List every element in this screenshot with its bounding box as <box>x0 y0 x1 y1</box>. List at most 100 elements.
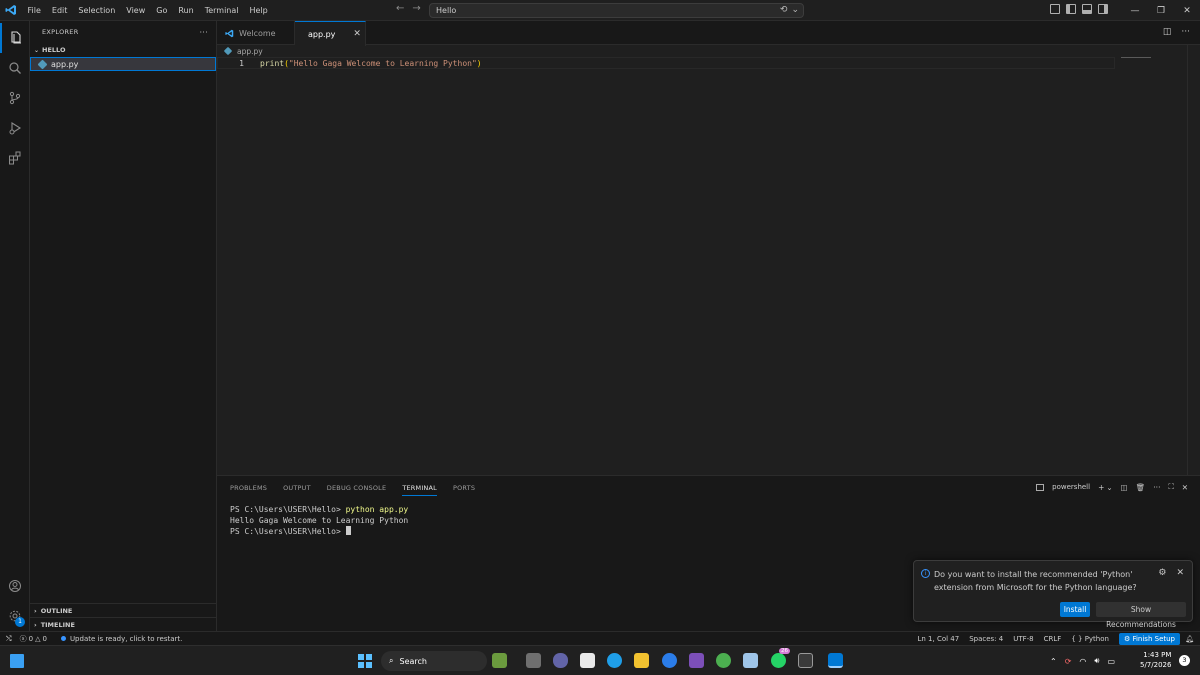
taskbar-app-icon[interactable] <box>492 653 507 668</box>
toggle-primary-sidebar-icon[interactable] <box>1066 4 1076 14</box>
menu-run[interactable]: Run <box>173 0 199 21</box>
tab-debug-console[interactable]: DEBUG CONSOLE <box>327 484 387 496</box>
copilot-icon[interactable]: ⟲ <box>780 5 788 15</box>
app-icon[interactable] <box>743 653 758 668</box>
task-view-icon[interactable] <box>526 653 541 668</box>
whatsapp-badge: 26 <box>779 648 790 654</box>
editor-scrollbar[interactable] <box>1187 45 1200 475</box>
wifi-icon[interactable]: ◠ <box>1079 657 1086 666</box>
teams-icon[interactable] <box>553 653 568 668</box>
outline-section[interactable]: › OUTLINE <box>30 603 217 617</box>
encoding[interactable]: UTF-8 <box>1013 635 1033 643</box>
update-dot-icon <box>60 636 66 641</box>
file-explorer-icon[interactable] <box>634 653 649 668</box>
back-arrow-icon[interactable]: ← <box>396 3 404 14</box>
explorer-icon[interactable] <box>0 23 30 53</box>
notifications-bell-icon[interactable]: 🔔︎ <box>1185 635 1194 643</box>
run-debug-icon[interactable] <box>0 113 30 143</box>
update-status[interactable]: Update is ready, click to restart. <box>60 635 182 643</box>
chevron-down-icon[interactable]: ⌄ <box>1106 483 1112 492</box>
vscode-taskbar-icon[interactable] <box>828 653 843 668</box>
restore-icon[interactable]: ❐ <box>1148 6 1174 16</box>
install-button[interactable]: Install <box>1060 602 1090 617</box>
menu-go[interactable]: Go <box>151 0 173 21</box>
accounts-icon[interactable] <box>0 571 30 601</box>
language-mode[interactable]: { } Python <box>1071 635 1109 643</box>
tab-ports[interactable]: PORTS <box>453 484 475 496</box>
whatsapp-icon[interactable]: 26 <box>771 648 790 668</box>
tab-output[interactable]: OUTPUT <box>283 484 311 496</box>
edge-icon[interactable] <box>607 653 622 668</box>
toggle-panel-icon[interactable] <box>1082 4 1092 14</box>
outline-label: OUTLINE <box>40 606 73 615</box>
widgets-icon[interactable] <box>10 654 24 668</box>
file-app-py[interactable]: app.py <box>30 57 216 71</box>
split-editor-icon[interactable]: ◫ <box>1163 27 1172 37</box>
terminal-line: PS C:\Users\USER\Hello> <box>230 526 408 537</box>
tab-app-py[interactable]: app.py ✕ <box>295 21 366 46</box>
shell-name[interactable]: powershell <box>1052 483 1090 491</box>
code-line[interactable]: 1 print("Hello Gaga Welcome to Learning … <box>217 57 1115 69</box>
code-text[interactable]: print("Hello Gaga Welcome to Learning Py… <box>260 59 482 68</box>
tab-terminal[interactable]: TERMINAL <box>402 484 437 496</box>
toggle-secondary-sidebar-icon[interactable] <box>1098 4 1108 14</box>
remote-icon[interactable]: ⤭ <box>6 635 12 644</box>
minimap[interactable] <box>1121 57 1151 58</box>
menu-file[interactable]: File <box>22 0 46 21</box>
folder-hello[interactable]: ⌄ HELLO <box>30 43 216 57</box>
minimize-icon[interactable]: — <box>1122 6 1148 16</box>
gear-icon[interactable]: ⚙ <box>1158 568 1166 578</box>
clock[interactable]: 1:43 PM 5/7/2026 <box>1140 650 1171 670</box>
tab-welcome[interactable]: Welcome <box>217 21 295 45</box>
terminal-app-icon[interactable] <box>798 653 813 668</box>
windows-start-icon[interactable] <box>358 654 372 668</box>
problems-status[interactable]: ⓧ 0 △ 0 <box>20 634 47 644</box>
more-actions-icon[interactable]: ··· <box>1181 27 1190 37</box>
notification-center-badge[interactable]: 3 <box>1179 655 1190 666</box>
extensions-icon[interactable] <box>0 143 30 173</box>
store-icon[interactable] <box>580 653 595 668</box>
settings-badge: 1 <box>15 617 25 627</box>
breadcrumb-file[interactable]: app.py <box>237 47 263 56</box>
more-actions-icon[interactable]: ··· <box>1153 483 1160 492</box>
cursor-position[interactable]: Ln 1, Col 47 <box>917 635 959 643</box>
show-recommendations-button[interactable]: Show Recommendations <box>1096 602 1186 629</box>
search-icon[interactable] <box>0 53 30 83</box>
close-icon[interactable]: ✕ <box>1182 483 1188 492</box>
taskbar-search[interactable]: ⌕ Search <box>381 651 487 671</box>
close-icon[interactable]: ✕ <box>353 29 361 39</box>
close-window-icon[interactable]: ✕ <box>1174 6 1200 16</box>
source-control-icon[interactable] <box>0 83 30 113</box>
tab-problems[interactable]: PROBLEMS <box>230 484 267 496</box>
maximize-panel-icon[interactable]: ⛶ <box>1168 482 1173 492</box>
line-ending[interactable]: CRLF <box>1044 635 1062 643</box>
command-center-search[interactable]: Hello ⟲ ⌄ <box>429 3 804 18</box>
visual-studio-icon[interactable] <box>689 653 704 668</box>
split-terminal-icon[interactable]: ◫ <box>1121 483 1128 492</box>
menu-edit[interactable]: Edit <box>46 0 73 21</box>
menu-help[interactable]: Help <box>244 0 273 21</box>
chevron-down-icon[interactable]: ⌄ <box>791 5 799 15</box>
menu-selection[interactable]: Selection <box>73 0 121 21</box>
customize-layout-icon[interactable] <box>1050 4 1060 14</box>
trash-icon[interactable]: 🗑 <box>1136 483 1146 492</box>
battery-icon[interactable]: ▭ <box>1107 657 1115 666</box>
error-count: 0 <box>28 635 34 643</box>
volume-icon[interactable]: 🔊︎ <box>1094 656 1099 666</box>
timeline-section[interactable]: › TIMELINE <box>30 617 217 631</box>
close-icon[interactable]: ✕ <box>1176 568 1184 578</box>
terminal-output[interactable]: PS C:\Users\USER\Hello> python app.py He… <box>230 504 408 537</box>
sync-icon[interactable]: ⟳ <box>1065 657 1072 666</box>
manage-gear-icon[interactable]: 1 <box>0 601 30 631</box>
sidebar-header: EXPLORER ··· <box>30 21 216 43</box>
chrome-icon[interactable] <box>716 653 731 668</box>
new-terminal-icon[interactable]: + <box>1098 483 1104 492</box>
menu-terminal[interactable]: Terminal <box>199 0 244 21</box>
chevron-up-icon[interactable]: ⌃ <box>1050 657 1057 666</box>
forward-arrow-icon[interactable]: → <box>412 3 420 14</box>
menu-view[interactable]: View <box>121 0 151 21</box>
app-icon[interactable] <box>662 653 677 668</box>
more-actions-icon[interactable]: ··· <box>199 28 208 37</box>
indentation[interactable]: Spaces: 4 <box>969 635 1003 643</box>
finish-setup-button[interactable]: ⚙ Finish Setup <box>1118 633 1180 645</box>
